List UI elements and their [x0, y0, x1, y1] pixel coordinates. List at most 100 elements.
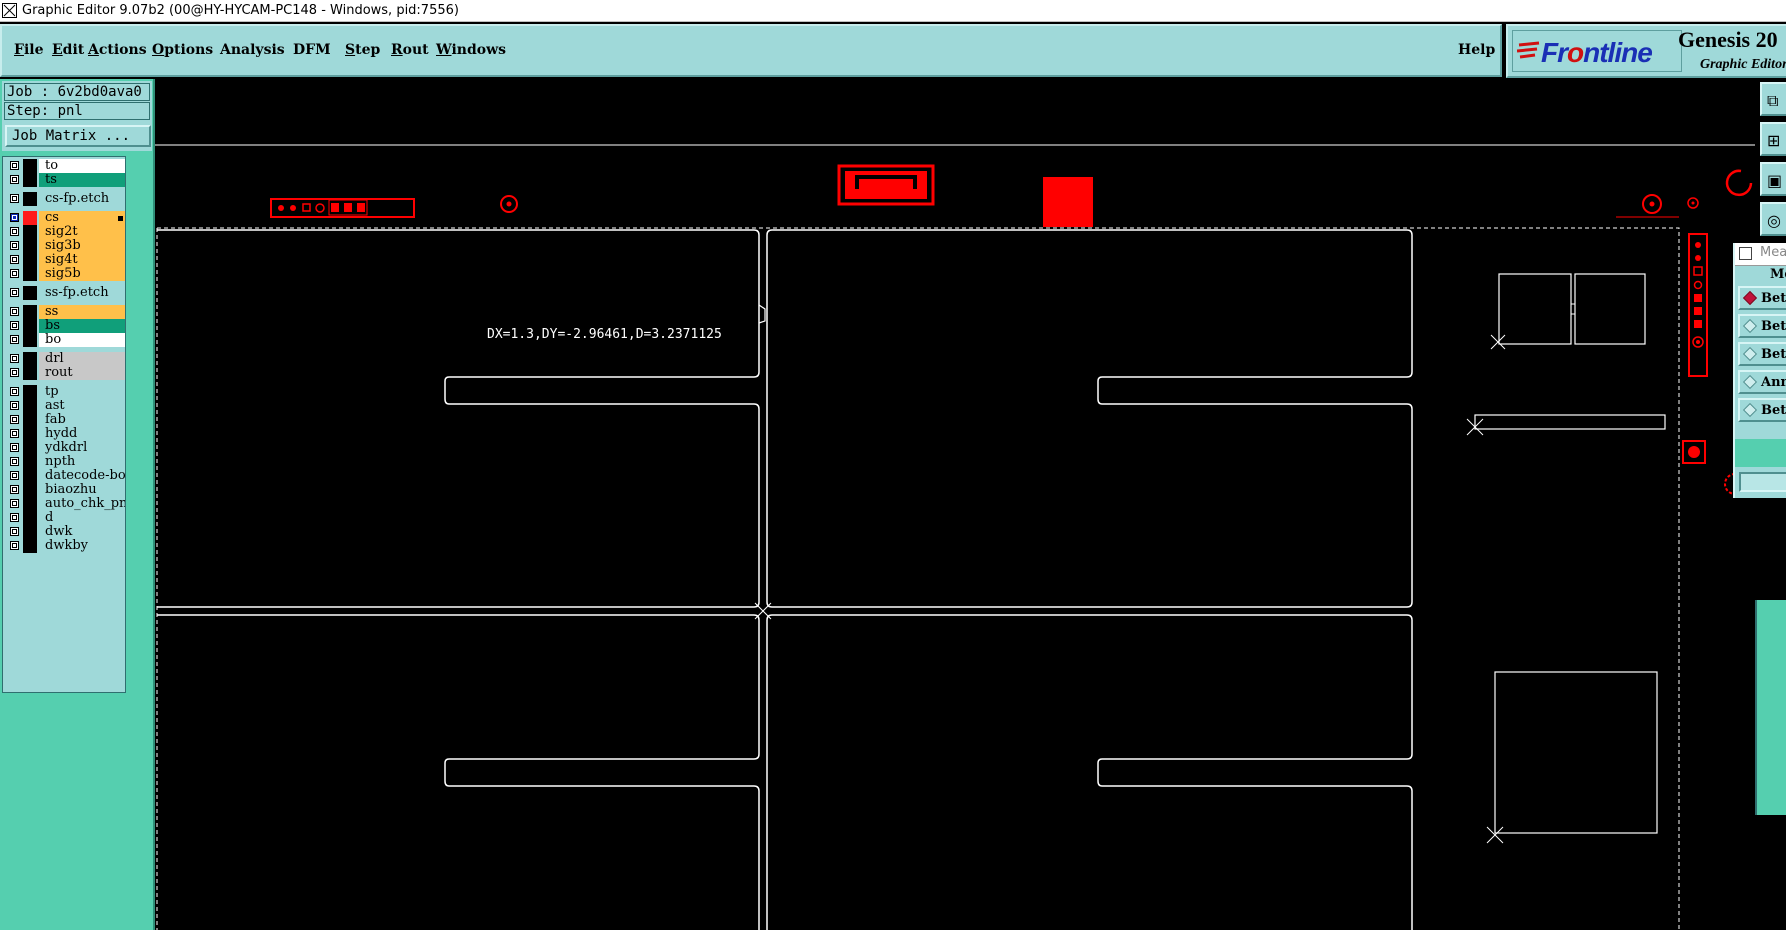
layer-checkbox[interactable] [10, 194, 19, 203]
layer-name[interactable]: datecode-bo [39, 469, 125, 483]
menu-windows[interactable]: Windows [436, 42, 506, 58]
layer-color-swatch[interactable] [23, 455, 37, 469]
view-button[interactable]: ◎ [1760, 202, 1786, 236]
measure-option-4[interactable]: Between [1738, 398, 1786, 422]
layer-name[interactable]: hydd [39, 427, 125, 441]
measure-option-2[interactable]: Between [1738, 342, 1786, 366]
layer-name[interactable]: tp [39, 385, 125, 399]
layer-row-rout[interactable]: rout [6, 366, 125, 380]
layer-color-swatch[interactable] [23, 441, 37, 455]
graphic-canvas[interactable]: DX=1.3,DY=-2.96461,D=3.2371125 [155, 79, 1755, 930]
layer-row-ast[interactable]: ast [6, 399, 125, 413]
menu-dfm[interactable]: DFM [293, 42, 331, 58]
layer-name[interactable]: dwkby [39, 539, 125, 553]
layer-row-cs[interactable]: cs [6, 211, 125, 225]
layer-color-swatch[interactable] [23, 211, 37, 225]
layer-color-swatch[interactable] [23, 225, 37, 239]
layer-color-swatch[interactable] [23, 469, 37, 483]
layer-name[interactable]: fab [39, 413, 125, 427]
layer-color-swatch[interactable] [23, 385, 37, 399]
layer-row-biaozhu[interactable]: biaozhu [6, 483, 125, 497]
menu-step[interactable]: Step [345, 42, 380, 58]
layer-row-tp[interactable]: tp [6, 385, 125, 399]
menu-options[interactable]: Options [152, 42, 213, 58]
layer-color-swatch[interactable] [23, 427, 37, 441]
layer-row-bs[interactable]: bs [6, 319, 125, 333]
layer-color-swatch[interactable] [23, 366, 37, 380]
layer-row-ydkdrl[interactable]: ydkdrl [6, 441, 125, 455]
layer-color-swatch[interactable] [23, 399, 37, 413]
layer-row-datecode-bo[interactable]: datecode-bo [6, 469, 125, 483]
measure-input-field[interactable] [1739, 472, 1786, 492]
layer-color-swatch[interactable] [23, 511, 37, 525]
layer-name[interactable]: to [39, 159, 125, 173]
layer-row-d[interactable]: d [6, 511, 125, 525]
close-icon[interactable] [1739, 247, 1752, 260]
layer-color-swatch[interactable] [23, 413, 37, 427]
layer-checkbox[interactable] [10, 255, 19, 264]
layer-checkbox[interactable] [10, 527, 19, 536]
layer-color-swatch[interactable] [23, 539, 37, 553]
layer-name[interactable]: d [39, 511, 125, 525]
layer-color-swatch[interactable] [23, 286, 37, 300]
layer-checkbox[interactable] [10, 541, 19, 550]
layer-checkbox[interactable] [10, 269, 19, 278]
layer-checkbox[interactable] [10, 288, 19, 297]
layer-color-swatch[interactable] [23, 267, 37, 281]
layer-row-sig4t[interactable]: sig4t [6, 253, 125, 267]
layer-checkbox[interactable] [10, 457, 19, 466]
layer-color-swatch[interactable] [23, 239, 37, 253]
layer-row-ss-fp.etch[interactable]: ss-fp.etch [6, 286, 125, 300]
measure-option-0[interactable]: Between [1738, 286, 1786, 310]
layer-color-swatch[interactable] [23, 333, 37, 347]
layer-checkbox[interactable] [10, 387, 19, 396]
measure-option-1[interactable]: Between [1738, 314, 1786, 338]
layer-name[interactable]: bo [39, 333, 125, 347]
layer-checkbox[interactable] [10, 443, 19, 452]
snapshot-button[interactable]: ⧉ [1760, 82, 1786, 116]
layer-color-swatch[interactable] [23, 352, 37, 366]
layer-row-drl[interactable]: drl [6, 352, 125, 366]
layer-row-to[interactable]: to [6, 159, 125, 173]
menu-help[interactable]: Help [1458, 42, 1495, 58]
layer-name[interactable]: ss [39, 305, 125, 319]
layer-name[interactable]: cs [39, 211, 125, 225]
menu-actions[interactable]: Actions [88, 42, 147, 58]
layer-name[interactable]: ss-fp.etch [39, 286, 125, 300]
layer-name[interactable]: cs-fp.etch [39, 192, 125, 206]
layer-name[interactable]: ydkdrl [39, 441, 125, 455]
job-matrix-button[interactable]: Job Matrix ... [5, 125, 151, 147]
layer-row-ss[interactable]: ss [6, 305, 125, 319]
layer-checkbox[interactable] [10, 321, 19, 330]
zoom-in-button[interactable]: ⊞ [1760, 122, 1786, 156]
layer-row-cs-fp.etch[interactable]: cs-fp.etch [6, 192, 125, 206]
layer-name[interactable]: sig2t [39, 225, 125, 239]
layer-row-sig3b[interactable]: sig3b [6, 239, 125, 253]
layer-color-swatch[interactable] [23, 253, 37, 267]
layer-checkbox[interactable] [10, 307, 19, 316]
layer-checkbox[interactable] [10, 354, 19, 363]
layer-name[interactable]: sig4t [39, 253, 125, 267]
layer-row-auto_chk_pnl[interactable]: auto_chk_pnl [6, 497, 125, 511]
layer-checkbox[interactable] [10, 401, 19, 410]
layer-color-swatch[interactable] [23, 305, 37, 319]
layer-name[interactable]: drl [39, 352, 125, 366]
layer-row-dwk[interactable]: dwk [6, 525, 125, 539]
layer-checkbox[interactable] [10, 513, 19, 522]
layer-name[interactable]: sig3b [39, 239, 125, 253]
layer-name[interactable]: biaozhu [39, 483, 125, 497]
layer-name[interactable]: rout [39, 366, 125, 380]
layer-checkbox[interactable] [10, 335, 19, 344]
layer-checkbox[interactable] [10, 213, 19, 222]
layer-name[interactable]: npth [39, 455, 125, 469]
layer-color-swatch[interactable] [23, 159, 37, 173]
layer-name[interactable]: ast [39, 399, 125, 413]
layer-name[interactable]: dwk [39, 525, 125, 539]
layer-color-swatch[interactable] [23, 483, 37, 497]
layer-checkbox[interactable] [10, 241, 19, 250]
fit-window-button[interactable]: ▣ [1760, 162, 1786, 196]
menu-rout[interactable]: Rout [391, 42, 429, 58]
layer-checkbox[interactable] [10, 499, 19, 508]
layer-color-swatch[interactable] [23, 525, 37, 539]
layer-name[interactable]: ts [39, 173, 125, 187]
